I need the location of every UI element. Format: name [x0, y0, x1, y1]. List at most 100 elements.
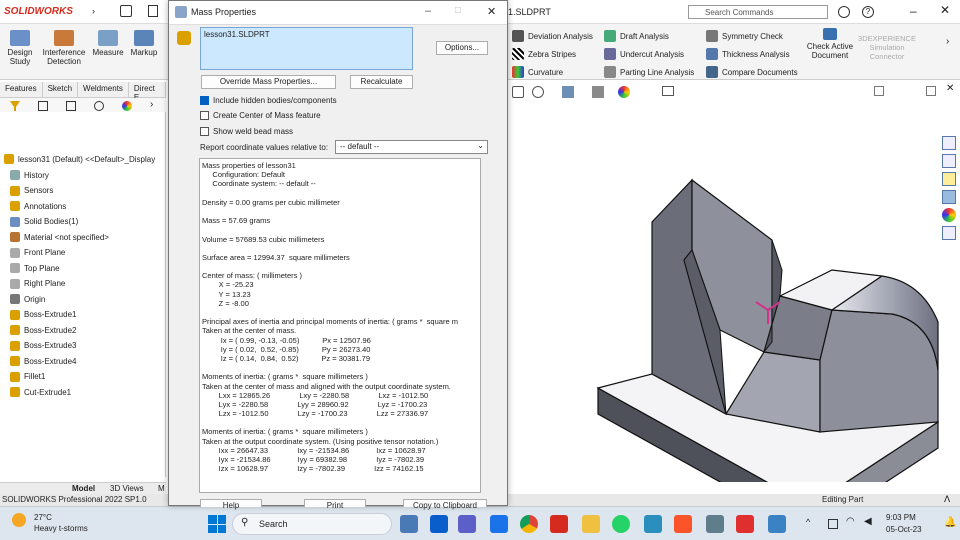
word-icon[interactable] [768, 515, 786, 533]
print-button[interactable]: Print [304, 499, 366, 510]
tray-app-icon[interactable] [828, 519, 838, 529]
show-weld-bead-mass-checkbox[interactable]: Show weld bead mass [200, 127, 293, 136]
minimize-icon[interactable]: – [910, 4, 917, 18]
include-hidden-bodies-checkbox[interactable]: Include hidden bodies/components [200, 96, 337, 105]
brave-icon[interactable] [674, 515, 692, 533]
tab-weldments[interactable]: Weldments [78, 82, 129, 97]
notification-bell-icon[interactable]: 🔔 [944, 517, 956, 528]
deviation-analysis-button[interactable]: Deviation Analysis [512, 30, 593, 42]
tree-item[interactable]: Fillet1 [10, 371, 45, 382]
home-icon[interactable] [120, 5, 132, 17]
tree-item[interactable]: History [10, 170, 49, 180]
help-button[interactable]: Help [200, 499, 262, 510]
tree-item[interactable]: Front Plane [10, 247, 65, 258]
menu-expand-icon[interactable]: › [92, 6, 95, 16]
draft-analysis-button[interactable]: Draft Analysis [604, 30, 669, 42]
tab-motion[interactable]: M [158, 484, 165, 493]
tray-expand-icon[interactable]: ^ [806, 517, 810, 527]
create-center-of-mass-checkbox[interactable]: Create Center of Mass feature [200, 111, 321, 120]
interference-detection-button[interactable]: Interference Detection [40, 30, 88, 66]
volume-icon[interactable]: ◀ [864, 516, 872, 527]
viewport-restore-icon[interactable] [874, 86, 884, 96]
tab-sketch[interactable]: Sketch [43, 82, 79, 97]
tab-3d-views[interactable]: 3D Views [110, 484, 144, 493]
dialog-maximize-icon[interactable]: □ [455, 5, 461, 16]
part-model[interactable] [592, 152, 942, 482]
resources-pane-icon[interactable] [942, 154, 956, 168]
tree-item[interactable]: Solid Bodies(1) [10, 216, 78, 227]
coordinate-system-select[interactable]: -- default -- ⌄ [335, 140, 488, 154]
feature-manager-icon[interactable] [38, 101, 48, 111]
acrobat-icon[interactable] [736, 515, 754, 533]
tree-item[interactable]: Sensors [10, 185, 53, 196]
appearances-pane-icon[interactable] [942, 208, 956, 222]
dialog-minimize-icon[interactable]: – [425, 5, 431, 17]
zoom-area-icon[interactable] [532, 86, 544, 98]
undercut-analysis-button[interactable]: Undercut Analysis [604, 48, 684, 60]
home-pane-icon[interactable] [942, 136, 956, 150]
search-commands-input[interactable]: Search Commands [688, 5, 828, 19]
wifi-icon[interactable]: ◠ [846, 516, 855, 527]
tree-root[interactable]: lesson31 (Default) <<Default>_Display [4, 154, 155, 164]
viewport-maximize-icon[interactable] [926, 86, 936, 96]
folder-icon[interactable] [582, 515, 600, 533]
clock-time[interactable]: 9:03 PM [886, 513, 916, 522]
curvature-button[interactable]: Curvature [512, 66, 563, 78]
status-expand-icon[interactable]: ᐱ [944, 494, 950, 505]
custom-properties-icon[interactable] [942, 226, 956, 240]
tab-direct-editing[interactable]: Direct E [129, 82, 166, 102]
view-palette-icon[interactable] [942, 190, 956, 204]
selected-items-list[interactable]: lesson31.SLDPRT [200, 27, 413, 70]
file-explorer-icon[interactable] [942, 172, 956, 186]
tree-item[interactable]: Boss-Extrude1 [10, 309, 76, 320]
selected-item[interactable]: lesson31.SLDPRT [204, 30, 270, 39]
symmetry-check-button[interactable]: Symmetry Check [706, 30, 783, 42]
tree-item[interactable]: Right Plane [10, 278, 65, 289]
tree-item[interactable]: Origin [10, 294, 45, 304]
solidworks-taskbar-icon[interactable] [550, 515, 568, 533]
calculator-icon[interactable] [706, 515, 724, 533]
taskbar-search[interactable]: ⚲ Search [232, 513, 392, 535]
property-manager-icon[interactable] [66, 101, 76, 111]
new-document-icon[interactable] [148, 5, 158, 17]
file-explorer-taskbar-icon[interactable] [400, 515, 418, 533]
compare-documents-button[interactable]: Compare Documents [706, 66, 798, 78]
view-orientation-icon[interactable] [562, 86, 574, 98]
tree-item[interactable]: Top Plane [10, 263, 60, 273]
appearance-manager-icon[interactable] [122, 101, 132, 111]
markup-button[interactable]: Markup [128, 30, 160, 57]
graphics-area[interactable]: ✕ [508, 82, 960, 492]
dialog-close-icon[interactable]: ✕ [487, 5, 496, 18]
help-icon[interactable]: ? [862, 6, 874, 18]
design-study-button[interactable]: Design Study [4, 30, 36, 66]
edge-icon[interactable] [430, 515, 448, 533]
teams-icon[interactable] [458, 515, 476, 533]
parting-line-analysis-button[interactable]: Parting Line Analysis [604, 66, 694, 78]
edit-appearance-icon[interactable] [618, 86, 630, 98]
check-active-document-button[interactable]: Check Active Document [806, 28, 854, 60]
chrome-icon[interactable] [520, 515, 538, 533]
tree-item[interactable]: Cut-Extrude1 [10, 387, 71, 397]
filter-icon[interactable] [10, 101, 20, 111]
whatsapp-icon[interactable] [612, 515, 630, 533]
tree-item[interactable]: Annotations [10, 201, 66, 211]
override-mass-properties-button[interactable]: Override Mass Properties... [201, 75, 336, 89]
close-icon[interactable]: ✕ [940, 3, 950, 17]
tree-item[interactable]: Boss-Extrude2 [10, 325, 76, 335]
tab-model[interactable]: Model [72, 484, 95, 493]
view-settings-icon[interactable] [662, 86, 674, 96]
configuration-manager-icon[interactable] [94, 101, 104, 111]
start-icon[interactable] [208, 515, 226, 533]
measure-button[interactable]: Measure [92, 30, 124, 57]
simulation-connector-button[interactable]: 3DEXPERIENCE Simulation Connector [858, 34, 916, 61]
notes-icon[interactable] [644, 515, 662, 533]
clock-date[interactable]: 05-Oct-23 [886, 525, 922, 534]
options-button[interactable]: Options... [436, 41, 488, 55]
zoom-fit-icon[interactable] [512, 86, 524, 98]
user-icon[interactable] [838, 6, 850, 18]
copy-to-clipboard-button[interactable]: Copy to Clipboard [403, 499, 487, 510]
thickness-analysis-button[interactable]: Thickness Analysis [706, 48, 790, 60]
tree-item[interactable]: Boss-Extrude3 [10, 340, 76, 351]
display-style-icon[interactable] [592, 86, 604, 98]
mass-properties-results[interactable]: Mass properties of lesson31 Configuratio… [199, 158, 481, 493]
